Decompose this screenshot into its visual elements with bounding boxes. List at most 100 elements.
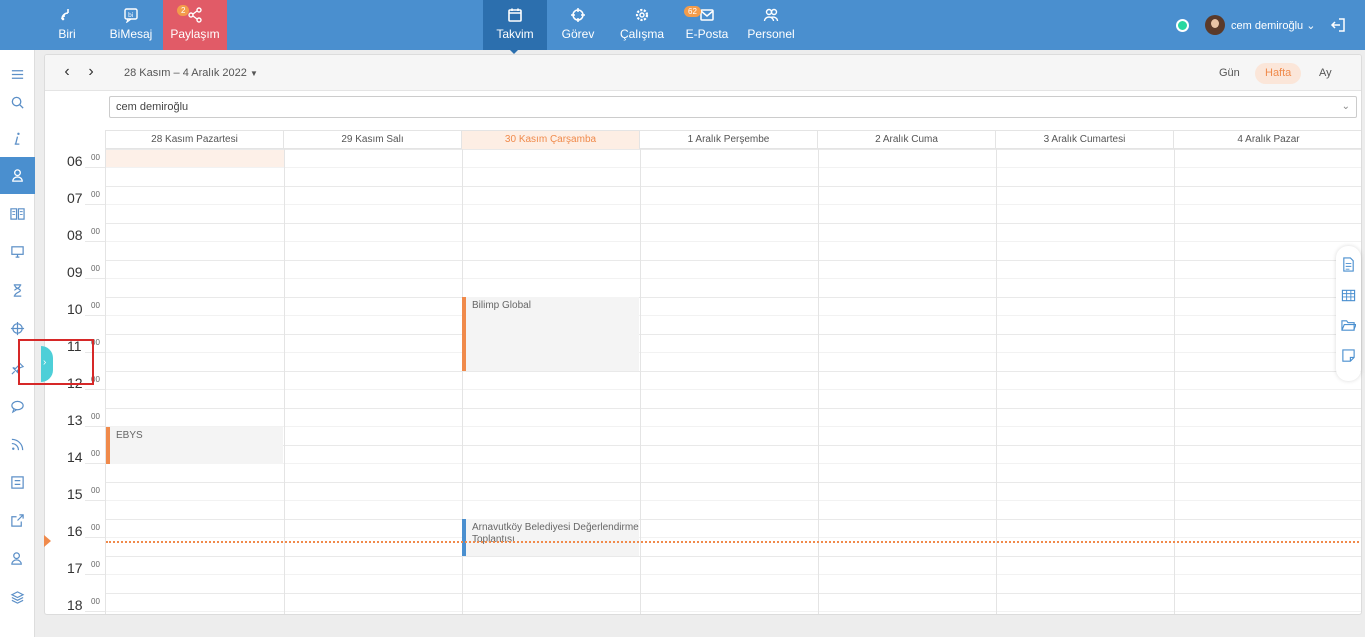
week-body[interactable]: Bilimp Global EBYS Arnavutköy Belediyesi D… xyxy=(105,149,1361,614)
hour-label: 17 00 xyxy=(45,556,105,593)
avatar[interactable] xyxy=(1205,15,1225,35)
day-column-line xyxy=(284,149,285,614)
right-tool-strip xyxy=(1336,246,1361,381)
hourglass-icon[interactable] xyxy=(0,272,35,309)
search-icon[interactable] xyxy=(0,84,35,121)
nav-paylasim[interactable]: Paylaşım 2 xyxy=(163,0,227,50)
hour-label: 09 00 xyxy=(45,260,105,297)
minute-text: 00 xyxy=(91,560,100,569)
minute-text: 00 xyxy=(91,227,100,236)
table-icon[interactable] xyxy=(1341,288,1356,303)
mail-icon xyxy=(700,9,714,21)
book-icon[interactable] xyxy=(0,195,35,232)
hour-text: 09 xyxy=(67,264,83,280)
note-icon[interactable] xyxy=(1341,348,1356,363)
svg-text:bi: bi xyxy=(128,12,134,19)
highlight-annotation-box xyxy=(18,339,94,385)
day-header[interactable]: 1 Aralık Perşembe xyxy=(639,131,817,149)
user-group-icon[interactable] xyxy=(0,540,35,577)
half-hour-line xyxy=(85,537,105,538)
user-name-menu[interactable]: cem demiroğlu ⌄ xyxy=(1231,19,1315,32)
user-filter-row: cem demiroğlu ⌄ xyxy=(45,91,1361,131)
share-out-icon[interactable] xyxy=(0,502,35,539)
nav-takvim[interactable]: Takvim xyxy=(483,0,547,50)
hour-label: 06 00 xyxy=(45,149,105,186)
calendar-icon xyxy=(508,8,522,22)
hour-text: 17 xyxy=(67,560,83,576)
event-color-bar xyxy=(462,297,466,371)
bimesaj-icon: bi xyxy=(124,8,138,23)
day-column-line xyxy=(996,149,997,614)
day-header[interactable]: 28 Kasım Pazartesi xyxy=(105,131,283,149)
nav-gorev[interactable]: Görev xyxy=(556,0,600,50)
nav-biri-label: Biri xyxy=(58,27,76,41)
hour-text: 07 xyxy=(67,190,83,206)
hour-label: 13 00 xyxy=(45,408,105,445)
day-header[interactable]: 4 Aralık Pazar xyxy=(1173,131,1361,149)
user-select-dropdown[interactable]: cem demiroğlu ⌄ xyxy=(109,96,1357,118)
nav-eposta-label: E-Posta xyxy=(685,27,729,41)
hour-text: 15 xyxy=(67,486,83,502)
calendar-event[interactable]: Bilimp Global xyxy=(462,297,639,371)
hour-text: 18 xyxy=(67,597,83,613)
day-header[interactable]: 2 Aralık Cuma xyxy=(817,131,995,149)
info-icon[interactable] xyxy=(0,120,35,157)
minute-text: 00 xyxy=(91,486,100,495)
minute-text: 00 xyxy=(91,523,100,532)
monitor-icon[interactable] xyxy=(0,233,35,270)
nav-bimesaj-label: BiMesaj xyxy=(109,27,153,41)
nav-biri[interactable]: Biri xyxy=(48,0,86,50)
chat-icon[interactable] xyxy=(0,388,35,425)
rss-icon[interactable] xyxy=(0,426,35,463)
half-hour-line xyxy=(85,167,105,168)
view-week-button[interactable]: Hafta xyxy=(1255,63,1302,84)
event-title: Bilimp Global xyxy=(472,300,531,311)
event-title: EBYS xyxy=(116,429,143,441)
eposta-badge: 62 xyxy=(684,6,701,17)
document-icon[interactable] xyxy=(1341,257,1356,272)
layers-icon[interactable] xyxy=(0,579,35,616)
minute-text: 00 xyxy=(91,449,100,458)
half-hour-line xyxy=(85,426,105,427)
folder-icon[interactable] xyxy=(1341,318,1356,333)
nav-personel[interactable]: Personel xyxy=(743,0,799,50)
half-hour-line xyxy=(85,574,105,575)
prev-week-button[interactable]: ‹ xyxy=(59,64,75,80)
calendar-event[interactable]: EBYS xyxy=(106,426,283,464)
logout-icon[interactable] xyxy=(1330,17,1346,33)
half-hour-line xyxy=(85,315,105,316)
list-icon[interactable] xyxy=(0,464,35,501)
hour-text: 13 xyxy=(67,412,83,428)
day-headers: 28 Kasım Pazartesi 29 Kasım Salı 30 Kasım … xyxy=(105,130,1361,149)
nav-takvim-label: Takvim xyxy=(496,27,534,41)
minute-text: 00 xyxy=(91,597,100,606)
view-month-button[interactable]: Ay xyxy=(1309,63,1342,84)
minute-text: 00 xyxy=(91,264,100,273)
day-column-line xyxy=(640,149,641,614)
next-week-button[interactable]: › xyxy=(83,64,99,80)
day-header[interactable]: 3 Aralık Cumartesi xyxy=(995,131,1173,149)
day-header[interactable]: 29 Kasım Salı xyxy=(283,131,461,149)
chevron-down-icon: ⌄ xyxy=(1306,20,1316,32)
calendar-toolbar: ‹ › 28 Kasım – 4 Aralık 2022 ▼ Gün Hafta… xyxy=(45,55,1361,91)
half-hour-line xyxy=(85,611,105,612)
nav-bimesaj[interactable]: bi BiMesaj xyxy=(103,0,159,50)
nav-calisma[interactable]: Çalışma xyxy=(617,0,667,50)
calendar-event[interactable]: Arnavutköy Belediyesi Değerlendirme Topl… xyxy=(462,519,639,556)
online-status-dot xyxy=(1176,19,1189,32)
day-header[interactable]: 30 Kasım Çarşamba xyxy=(461,131,639,149)
half-hour-line xyxy=(85,241,105,242)
date-range-picker[interactable]: 28 Kasım – 4 Aralık 2022 ▼ xyxy=(124,67,258,79)
view-day-button[interactable]: Gün xyxy=(1209,63,1250,84)
caret-down-icon: ▼ xyxy=(249,69,258,78)
people-icon xyxy=(763,8,779,22)
user-icon[interactable] xyxy=(0,157,35,194)
chevron-down-icon: ⌄ xyxy=(1341,101,1350,112)
half-hour-line xyxy=(85,500,105,501)
nav-gorev-label: Görev xyxy=(561,27,595,41)
nav-eposta[interactable]: E-Posta 62 xyxy=(682,0,732,50)
gear-icon xyxy=(635,8,649,22)
user-select-value: cem demiroğlu xyxy=(116,101,189,113)
selected-slot[interactable] xyxy=(106,149,284,167)
target-icon xyxy=(571,8,585,22)
